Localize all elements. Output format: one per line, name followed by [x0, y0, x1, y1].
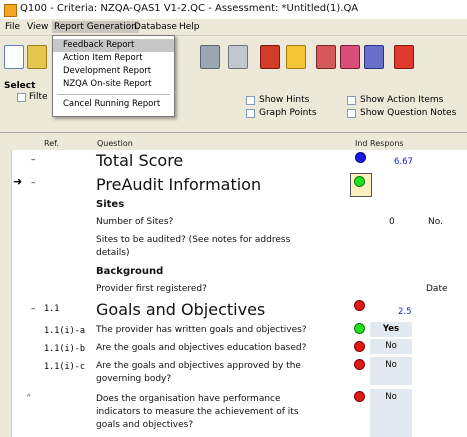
total-score-label: Total Score [96, 151, 184, 170]
chart-red-icon[interactable] [316, 45, 336, 69]
menu-development-report[interactable]: Development Report [53, 65, 174, 78]
row-ref: 1.1(i)-c [44, 362, 85, 372]
total-score-value: 6.67 [394, 157, 413, 167]
menu-bar: File View Report Generation Database Hel… [0, 19, 467, 36]
export-icon[interactable] [200, 45, 220, 69]
response-cell[interactable]: No [370, 339, 412, 354]
question-text: Are the goals and objectives education b… [96, 343, 307, 353]
graph-points-checkbox[interactable] [246, 109, 255, 118]
menu-separator [57, 94, 170, 95]
collapse-toggle[interactable]: – [31, 304, 36, 314]
column-header-question: Question [97, 139, 133, 148]
status-dot-green [354, 176, 365, 187]
show-question-notes-label: Show Question Notes [360, 108, 457, 118]
collapse-toggle[interactable]: – [31, 155, 36, 165]
select-section-label: Select [4, 81, 36, 91]
menu-feedback-report[interactable]: Feedback Report [53, 39, 174, 52]
show-hints-checkbox[interactable] [246, 96, 255, 105]
status-dot-red [354, 359, 365, 370]
menu-report-generation[interactable]: Report Generation [52, 21, 139, 33]
response-cell[interactable]: No [370, 357, 412, 385]
section-score-value: 2.5 [398, 307, 412, 317]
response-value[interactable]: 0 [389, 217, 395, 227]
title-bar: Q100 - Criteria: NZQA-QAS1 V1-2.QC - Ass… [0, 0, 467, 20]
question-text: Sites to be audited? (See notes for addr… [96, 235, 291, 245]
menu-cancel-running-report[interactable]: Cancel Running Report [53, 98, 174, 111]
row-ref: 1.1 [44, 304, 60, 314]
menu-view[interactable]: View [25, 21, 50, 33]
new-document-icon[interactable] [4, 45, 24, 69]
row-ref: 1.1(i)-a [44, 326, 85, 336]
filter-checkbox-label: Filte [29, 92, 48, 102]
menu-database[interactable]: Database [132, 21, 179, 33]
response-cell[interactable]: Yes [370, 322, 412, 337]
response-cell[interactable]: No [370, 389, 412, 437]
status-dot-green [354, 323, 365, 334]
annotation-marker-icon: ᴬ [27, 392, 31, 401]
preaudit-section-label: PreAudit Information [96, 175, 262, 194]
app-icon [4, 4, 17, 17]
goals-section-label: Goals and Objectives [96, 300, 266, 319]
report-generation-dropdown: Feedback Report Action Item Report Devel… [52, 35, 175, 117]
show-hints-label: Show Hints [259, 95, 310, 105]
question-text: Are the goals and objectives approved by… [96, 361, 301, 371]
chart-blue-icon[interactable] [364, 45, 384, 69]
question-text: Provider first registered? [96, 284, 207, 294]
question-text: The provider has written goals and objec… [96, 325, 307, 335]
menu-help[interactable]: Help [177, 21, 202, 33]
show-action-items-label: Show Action Items [360, 95, 444, 105]
unit-label: No. [428, 217, 443, 227]
question-text-continued: goals and objectives? [96, 420, 194, 430]
column-header-ind-respons: Ind Respons [355, 139, 404, 148]
status-dot-red [354, 391, 365, 402]
filter-checkbox[interactable] [17, 93, 26, 102]
open-folder-icon[interactable] [27, 45, 47, 69]
question-text: Number of Sites? [96, 217, 174, 227]
background-subheading: Background [96, 266, 164, 277]
sites-subheading: Sites [96, 199, 125, 210]
window-title: Q100 - Criteria: NZQA-QAS1 V1-2.QC - Ass… [20, 3, 359, 14]
menu-file[interactable]: File [3, 21, 22, 33]
database-icon[interactable] [286, 45, 306, 69]
import-icon[interactable] [228, 45, 248, 69]
delete-icon[interactable] [260, 45, 280, 69]
question-text-continued: governing body? [96, 374, 172, 384]
question-text-continued: details) [96, 248, 130, 258]
status-dot-red [354, 341, 365, 352]
unit-label: Date [426, 284, 448, 294]
chart-bars-icon[interactable] [340, 45, 360, 69]
question-text: Does the organisation have performance [96, 394, 281, 404]
show-question-notes-checkbox[interactable] [347, 109, 356, 118]
menu-nzqa-onsite-report[interactable]: NZQA On-site Report [53, 78, 174, 91]
question-text-continued: indicators to measure the achievement of… [96, 407, 299, 417]
row-gutter [0, 150, 12, 437]
current-row-arrow-icon: ➜ [13, 175, 23, 188]
flag-icon[interactable] [394, 45, 414, 69]
row-ref: 1.1(i)-b [44, 344, 85, 354]
status-dot-blue [355, 152, 366, 163]
column-header-ref: Ref. [44, 139, 59, 148]
menu-action-item-report[interactable]: Action Item Report [53, 52, 174, 65]
show-action-items-checkbox[interactable] [347, 96, 356, 105]
graph-points-label: Graph Points [259, 108, 317, 118]
status-dot-red [354, 300, 365, 311]
collapse-toggle[interactable]: – [31, 178, 36, 188]
